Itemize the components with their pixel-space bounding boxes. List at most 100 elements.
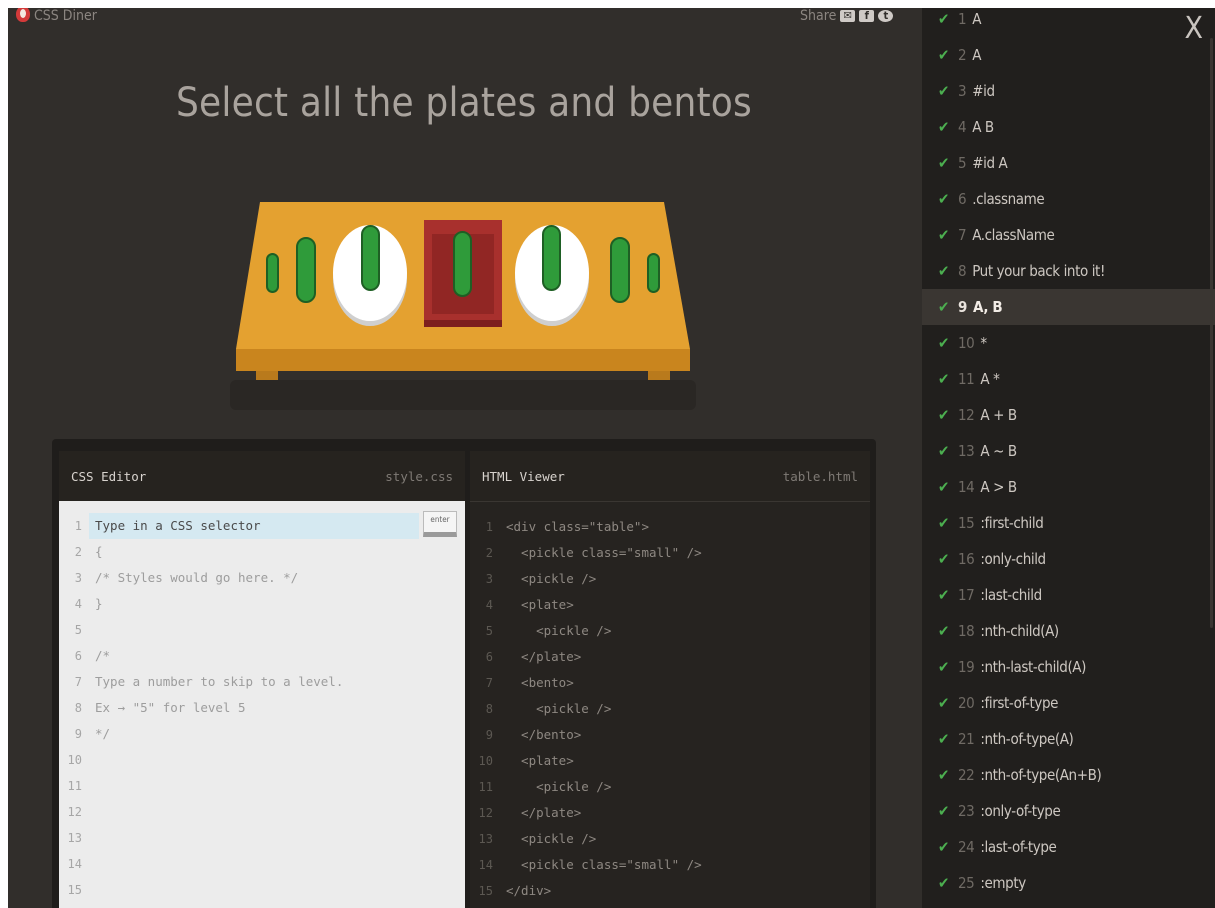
level-item[interactable]: ✔ 9 A, B [922, 289, 1215, 325]
html-viewer-pane: HTML Viewer table.html 1 2 3 4 5 6 7 8 9 10 11 12 13… [470, 451, 870, 908]
level-number: 3 [958, 82, 967, 100]
check-icon: ✔ [938, 370, 949, 388]
css-editor-line-number: 15 [67, 883, 82, 897]
level-number: 6 [958, 190, 967, 208]
css-selector-input[interactable]: Type in a CSS selector [89, 513, 419, 539]
check-icon: ✔ [938, 262, 949, 280]
level-item[interactable]: ✔ 4 A B [922, 109, 1215, 145]
level-label: :nth-last-child(A) [980, 658, 1087, 676]
app-frame: CSS Diner Share ✉ f t Select all the pla… [8, 8, 1215, 908]
css-editor-line-number: 8 [74, 701, 82, 715]
level-number: 25 [958, 874, 975, 892]
check-icon: ✔ [938, 118, 949, 136]
check-icon: ✔ [938, 874, 949, 892]
level-item[interactable]: ✔ 16:only-child [922, 541, 1215, 577]
css-editor-line-number: 3 [74, 571, 82, 585]
css-editor-code-line [95, 773, 465, 799]
level-item[interactable]: ✔ 5 #id A [922, 145, 1215, 181]
level-number: 22 [958, 766, 975, 784]
css-editor-line-number: 10 [67, 753, 82, 767]
level-item[interactable]: ✔ 17 :last-child [922, 577, 1215, 613]
level-label: A.className [972, 226, 1055, 244]
level-number: 10 [958, 334, 975, 352]
css-editor-code-line [95, 877, 465, 903]
html-viewer-line-number: 3 [485, 572, 493, 586]
level-item[interactable]: ✔ 12 A + B [922, 397, 1215, 433]
check-icon: ✔ [938, 334, 949, 352]
css-editor-code-line: { [95, 544, 103, 559]
html-viewer-filename: table.html [782, 468, 858, 484]
level-item[interactable]: ✔ 20:first-of-type [922, 685, 1215, 721]
level-label: :first-of-type [980, 694, 1059, 712]
css-editor-code-line: */ [95, 726, 111, 741]
level-item[interactable]: ✔ 8 Put your back into it! [922, 253, 1215, 289]
enter-button[interactable]: enter [423, 511, 457, 537]
level-number: 23 [958, 802, 975, 820]
html-viewer-code-line: <plate> [506, 753, 574, 768]
level-number: 17 [958, 586, 975, 604]
level-number: 7 [958, 226, 967, 244]
check-icon: ✔ [938, 838, 949, 856]
html-viewer-code-line: <pickle /> [506, 831, 597, 846]
html-viewer-line-number: 10 [478, 754, 493, 768]
check-icon: ✔ [938, 622, 949, 640]
html-viewer-line-number: 13 [478, 832, 493, 846]
css-editor-line-number: 1 [74, 519, 82, 533]
level-item[interactable]: ✔ 15:first-child [922, 505, 1215, 541]
level-number: 8 [958, 262, 967, 280]
css-editor-line-number: 6 [74, 649, 82, 663]
level-label: :only-child [980, 550, 1046, 568]
css-editor-line-number: 12 [67, 805, 82, 819]
level-item[interactable]: ✔ 14 A > B [922, 469, 1215, 505]
check-icon: ✔ [938, 190, 949, 208]
pickle-small-left [266, 253, 279, 293]
level-item[interactable]: ✔ 22:nth-of-type(An+B) [922, 757, 1215, 793]
check-icon: ✔ [938, 514, 949, 532]
level-item[interactable]: ✔ 13 A ~ B [922, 433, 1215, 469]
html-viewer-title: HTML Viewer [482, 468, 565, 484]
level-item[interactable]: ✔ 3 #id [922, 73, 1215, 109]
check-icon: ✔ [938, 586, 949, 604]
level-item[interactable]: ✔ 1 A [922, 8, 1215, 37]
level-label: A [972, 46, 982, 64]
level-number: 18 [958, 622, 975, 640]
level-label: :empty [980, 874, 1026, 892]
css-line-numbers: 1 2 3 4 5 6 7 8 9 10 11 12 13 14 15 [59, 513, 89, 903]
css-code-lines: {/* Styles would go here. */} /* Type a nu… [95, 513, 465, 903]
check-icon: ✔ [938, 82, 949, 100]
level-item[interactable]: ✔ 7 A.className [922, 217, 1215, 253]
level-item[interactable]: ✔ 24:last-of-type [922, 829, 1215, 865]
check-icon: ✔ [938, 442, 949, 460]
css-editor-code-line: Type a number to skip to a level. [95, 674, 344, 689]
css-editor-code-line: /* [95, 648, 111, 663]
css-editor-line-number: 4 [74, 597, 82, 611]
level-item[interactable]: ✔ 11 A * [922, 361, 1215, 397]
editor-panel: CSS Editor style.css 1 2 3 4 5 6 7 8 9 10 11 12 13 14… [52, 439, 876, 908]
html-viewer-line-number: 1 [485, 520, 493, 534]
level-item[interactable]: ✔ 2 A [922, 37, 1215, 73]
level-label: :nth-of-type(A) [980, 730, 1074, 748]
pickle-right [610, 237, 630, 303]
table-edge [236, 349, 690, 371]
level-label: #id [972, 82, 995, 100]
level-item[interactable]: ✔ 21:nth-of-type(A) [922, 721, 1215, 757]
level-item[interactable]: ✔ 10 * [922, 325, 1215, 361]
html-viewer-code-line: <pickle /> [506, 701, 612, 716]
level-label: .classname [972, 190, 1045, 208]
level-item[interactable]: ✔ 25 :empty [922, 865, 1215, 901]
level-item[interactable]: ✔ 18:nth-child(A) [922, 613, 1215, 649]
level-label: :last-child [980, 586, 1042, 604]
level-label: * [980, 334, 987, 352]
css-editor-code-line [95, 825, 465, 851]
check-icon: ✔ [938, 298, 949, 316]
html-viewer-header: HTML Viewer table.html [470, 451, 870, 501]
html-viewer-line-number: 5 [485, 624, 493, 638]
html-viewer-line-number: 15 [478, 884, 493, 898]
css-editor-line-number: 5 [74, 623, 82, 637]
level-label: A, B [973, 298, 1003, 316]
level-item[interactable]: ✔ 19:nth-last-child(A) [922, 649, 1215, 685]
level-item[interactable]: ✔ 6 .classname [922, 181, 1215, 217]
level-item[interactable]: ✔ 23:only-of-type [922, 793, 1215, 829]
level-number: 21 [958, 730, 975, 748]
css-editor-code-line: Ex → "5" for level 5 [95, 700, 246, 715]
